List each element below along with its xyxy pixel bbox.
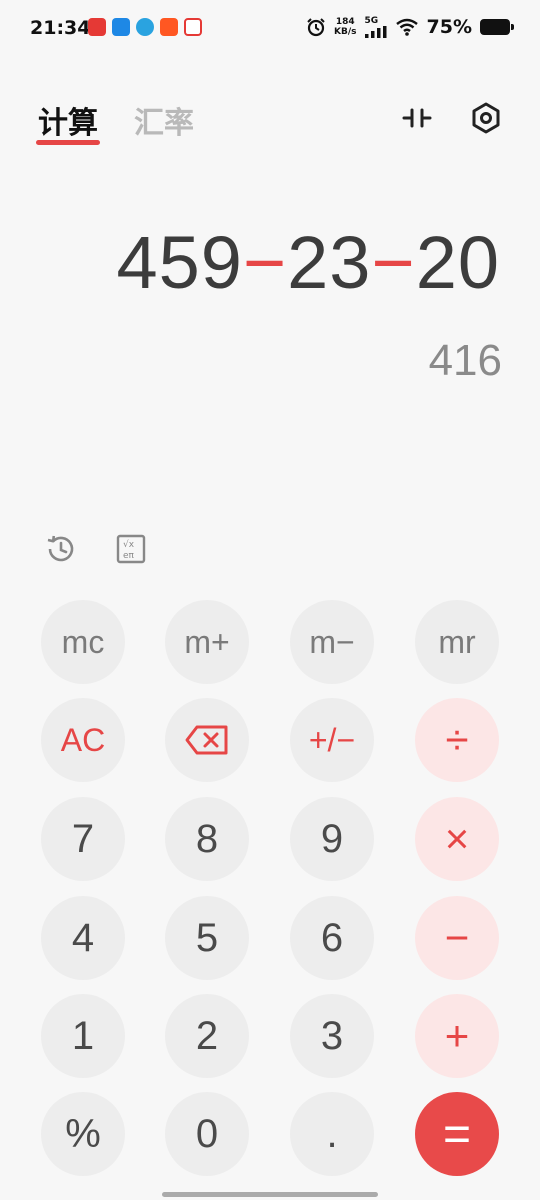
backspace-icon [185,725,228,755]
divide-button[interactable]: ÷ [415,698,499,782]
digit-4-button[interactable]: 4 [41,896,125,980]
svg-text:eπ: eπ [123,551,135,561]
digit-3-button[interactable]: 3 [290,994,374,1078]
status-bar: 21:34 184 KB/s 5G 75% [0,0,540,58]
jd-app-icon [184,18,202,36]
operand: 20 [415,221,500,304]
notification-icons [88,18,202,36]
app-notification-icon [88,18,106,36]
history-icon[interactable] [44,532,78,566]
operand: 459 [116,221,243,304]
multiply-button[interactable]: × [415,797,499,881]
result-display: 416 [428,336,502,385]
m-plus-button[interactable]: m+ [165,600,249,684]
collapse-icon[interactable] [400,101,434,135]
status-time: 21:34 [30,17,91,39]
shopping-app-icon [160,18,178,36]
network-type: 5G [364,16,379,26]
digit-0-button[interactable]: 0 [165,1092,249,1176]
expression-display: 459−23−20 [116,220,500,305]
digit-9-button[interactable]: 9 [290,797,374,881]
plus-minus-button[interactable]: +/− [290,698,374,782]
mode-tabs: 计算 汇率 [36,98,194,145]
telegram-icon [136,18,154,36]
percent-button[interactable]: % [41,1092,125,1176]
decimal-point-button[interactable]: . [290,1092,374,1176]
home-indicator[interactable] [162,1192,378,1197]
chat-app-icon [112,18,130,36]
mc-button[interactable]: mc [41,600,125,684]
tab-exchange-rate[interactable]: 汇率 [134,98,194,142]
digit-6-button[interactable]: 6 [290,896,374,980]
mr-button[interactable]: mr [415,600,499,684]
operator: − [371,221,416,304]
backspace-button[interactable] [165,698,249,782]
equals-button[interactable]: = [415,1092,499,1176]
digit-1-button[interactable]: 1 [41,994,125,1078]
signal-icon [364,26,387,38]
operand: 23 [287,221,372,304]
cellular-signal: 5G [364,16,387,38]
m-minus-button[interactable]: m− [290,600,374,684]
subtract-button[interactable]: − [415,896,499,980]
tab-calculate[interactable]: 计算 [36,98,100,145]
scientific-mode-icon[interactable]: √x eπ [114,532,148,566]
digit-2-button[interactable]: 2 [165,994,249,1078]
network-speed: 184 KB/s [334,17,357,37]
battery-percent: 75% [426,16,472,38]
add-button[interactable]: + [415,994,499,1078]
clear-button[interactable]: AC [41,698,125,782]
svg-text:√x: √x [123,539,135,550]
wifi-icon [395,18,418,36]
settings-icon[interactable] [469,101,503,135]
battery-icon [480,19,514,35]
alarm-icon [307,18,325,37]
digit-8-button[interactable]: 8 [165,797,249,881]
digit-7-button[interactable]: 7 [41,797,125,881]
operator: − [242,221,288,304]
digit-5-button[interactable]: 5 [165,896,249,980]
active-tab-indicator [36,140,100,145]
